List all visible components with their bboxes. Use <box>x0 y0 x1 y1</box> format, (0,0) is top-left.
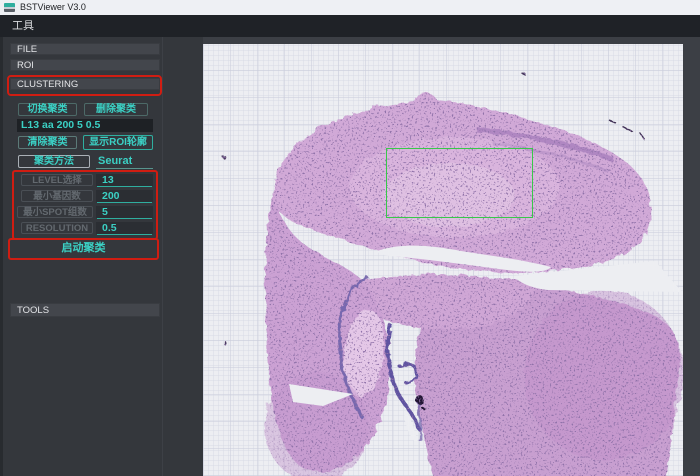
window-title: BSTViewer V3.0 <box>20 0 86 15</box>
param-label-resolution: RESOLUTION <box>21 222 93 234</box>
slide-image[interactable] <box>203 44 683 476</box>
param-underline-min-genes <box>97 202 152 203</box>
panel-header-tools[interactable]: TOOLS <box>10 303 160 317</box>
param-label-min-genes: 最小基因数 <box>21 190 93 202</box>
cluster-method-value[interactable]: Seurat <box>98 155 132 168</box>
panel-header-file[interactable]: FILE <box>10 43 160 55</box>
param-underline-resolution <box>97 234 152 235</box>
panel-header-clustering[interactable]: CLUSTERING <box>10 78 160 90</box>
param-underline-min-spot <box>97 218 152 219</box>
clear-cluster-button[interactable]: 清除聚类 <box>18 136 77 149</box>
roi-rectangle[interactable] <box>386 148 533 218</box>
param-value-resolution[interactable]: 0.5 <box>102 222 117 234</box>
param-underline-level <box>97 186 152 187</box>
menu-bar: 工具 <box>0 15 700 38</box>
annotation-start-box: 启动聚类 <box>8 238 159 260</box>
panel-header-roi[interactable]: ROI <box>10 59 160 71</box>
param-label-level: LEVEL选择 <box>21 174 93 186</box>
method-underline <box>96 168 153 169</box>
param-label-min-spot: 最小SPOT组数 <box>17 206 93 218</box>
tissue-section <box>203 44 683 476</box>
sidebar-edge <box>0 37 3 476</box>
param-value-min-spot[interactable]: 5 <box>102 206 108 218</box>
switch-cluster-button[interactable]: 切换聚类 <box>18 103 77 116</box>
title-bar: BSTViewer V3.0 <box>0 0 700 15</box>
param-value-min-genes[interactable]: 200 <box>102 190 120 202</box>
delete-cluster-button[interactable]: 删除聚类 <box>84 103 148 116</box>
sidebar: FILE ROI CLUSTERING 切换聚类 删除聚类 L13 aa 200… <box>0 37 203 476</box>
start-cluster-button[interactable]: 启动聚类 <box>10 240 157 256</box>
viewer-panel <box>203 37 700 476</box>
param-value-level[interactable]: 13 <box>102 174 114 186</box>
sidebar-divider[interactable] <box>162 37 163 476</box>
show-roi-outline-button[interactable]: 显示ROI轮廓 <box>83 135 153 150</box>
cluster-preset-dropdown[interactable]: L13 aa 200 5 0.5 <box>17 119 153 132</box>
app-icon <box>4 3 15 12</box>
menu-item-tools[interactable]: 工具 <box>8 15 38 37</box>
cluster-method-button[interactable]: 聚类方法 <box>18 155 90 168</box>
